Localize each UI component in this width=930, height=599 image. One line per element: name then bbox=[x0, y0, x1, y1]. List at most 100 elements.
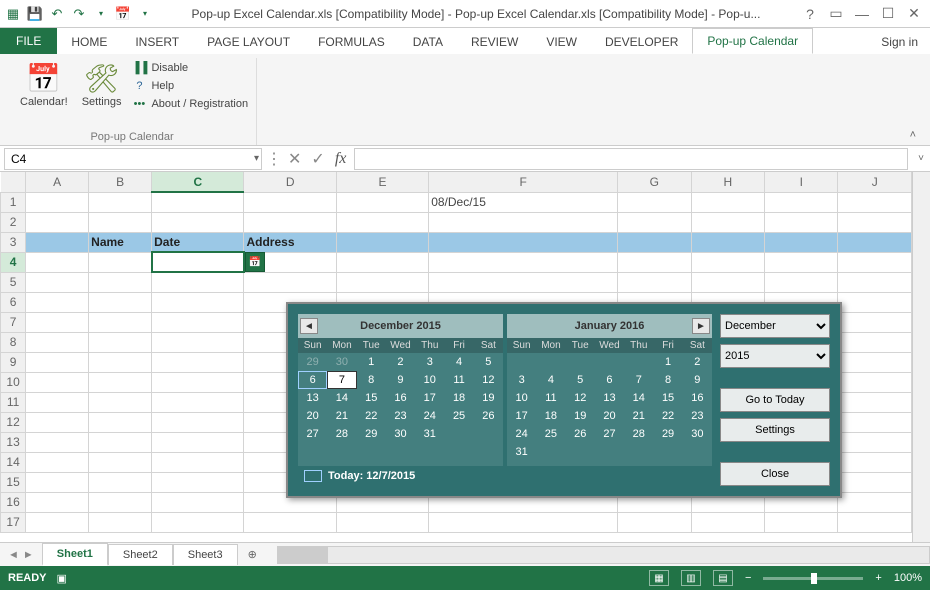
col-header-G[interactable]: G bbox=[618, 172, 691, 192]
calendar-day[interactable]: 7 bbox=[624, 371, 653, 389]
calendar-day[interactable]: 6 bbox=[298, 371, 327, 389]
cell-B9[interactable] bbox=[89, 352, 152, 372]
calendar-qat-icon[interactable]: 📅 bbox=[114, 5, 132, 23]
cell-A5[interactable] bbox=[26, 272, 89, 292]
calendar-day[interactable]: 1 bbox=[653, 353, 682, 371]
row-header-2[interactable]: 2 bbox=[1, 212, 26, 232]
qat-dropdown-icon[interactable]: ▾ bbox=[92, 5, 110, 23]
zoom-out-icon[interactable]: − bbox=[745, 572, 751, 584]
cell-G1[interactable] bbox=[618, 192, 691, 212]
collapse-ribbon-icon[interactable]: ˄ bbox=[904, 125, 922, 145]
page-break-view-icon[interactable]: ▤ bbox=[713, 570, 733, 586]
calendar-day[interactable]: 22 bbox=[653, 407, 682, 425]
row-header-14[interactable]: 14 bbox=[1, 452, 26, 472]
cell-G5[interactable] bbox=[618, 272, 691, 292]
calendar-day[interactable]: 20 bbox=[595, 407, 624, 425]
calendar-day[interactable] bbox=[566, 353, 595, 371]
calendar-day[interactable]: 23 bbox=[683, 407, 712, 425]
calendar-day[interactable] bbox=[474, 425, 503, 443]
cell-C12[interactable] bbox=[152, 412, 244, 432]
col-header-J[interactable]: J bbox=[838, 172, 912, 192]
calendar-day[interactable]: 29 bbox=[298, 353, 327, 371]
sign-in-link[interactable]: Sign in bbox=[869, 30, 930, 54]
calendar-day[interactable]: 31 bbox=[507, 443, 536, 461]
cell-A10[interactable] bbox=[26, 372, 89, 392]
cell-A9[interactable] bbox=[26, 352, 89, 372]
calendar-day[interactable]: 24 bbox=[507, 425, 536, 443]
calendar-day[interactable]: 19 bbox=[566, 407, 595, 425]
row-header-7[interactable]: 7 bbox=[1, 312, 26, 332]
cell-J10[interactable] bbox=[838, 372, 912, 392]
cell-H4[interactable] bbox=[691, 252, 764, 272]
redo-icon[interactable]: ↷ bbox=[70, 5, 88, 23]
calendar-day[interactable]: 29 bbox=[357, 425, 386, 443]
cell-J16[interactable] bbox=[838, 492, 912, 512]
calendar-day[interactable]: 6 bbox=[595, 371, 624, 389]
sheet-tab-2[interactable]: Sheet2 bbox=[108, 544, 173, 565]
row-header-10[interactable]: 10 bbox=[1, 372, 26, 392]
cell-B3[interactable]: Name bbox=[89, 232, 152, 252]
calendar-day[interactable]: 5 bbox=[474, 353, 503, 371]
zoom-slider[interactable] bbox=[763, 577, 863, 580]
cell-A16[interactable] bbox=[26, 492, 89, 512]
save-icon[interactable]: 💾 bbox=[26, 5, 44, 23]
cell-C14[interactable] bbox=[152, 452, 244, 472]
normal-view-icon[interactable]: ▦ bbox=[649, 570, 669, 586]
fx-icon[interactable]: fx bbox=[335, 150, 347, 168]
cell-A4[interactable] bbox=[26, 252, 89, 272]
cell-I2[interactable] bbox=[765, 212, 838, 232]
col-header-A[interactable]: A bbox=[26, 172, 89, 192]
col-header-D[interactable]: D bbox=[244, 172, 336, 192]
calendar-day[interactable]: 18 bbox=[536, 407, 565, 425]
cell-H17[interactable] bbox=[691, 512, 764, 532]
row-header-13[interactable]: 13 bbox=[1, 432, 26, 452]
calendar-day[interactable] bbox=[507, 353, 536, 371]
cell-I17[interactable] bbox=[765, 512, 838, 532]
cell-C4[interactable]: 📅 bbox=[152, 252, 244, 272]
col-header-C[interactable]: C bbox=[152, 172, 244, 192]
cell-A14[interactable] bbox=[26, 452, 89, 472]
calendar-prev-icon[interactable]: ◄ bbox=[300, 318, 318, 334]
calendar-day[interactable]: 10 bbox=[507, 389, 536, 407]
calendar-day[interactable]: 11 bbox=[444, 371, 473, 389]
cell-D3[interactable]: Address bbox=[244, 232, 336, 252]
new-sheet-button[interactable]: ⊕ bbox=[238, 548, 267, 561]
calendar-day[interactable]: 16 bbox=[683, 389, 712, 407]
sheet-nav-prev-icon[interactable]: ◄ bbox=[8, 549, 19, 561]
cell-C10[interactable] bbox=[152, 372, 244, 392]
calendar-day[interactable]: 27 bbox=[595, 425, 624, 443]
cell-B2[interactable] bbox=[89, 212, 152, 232]
cell-A7[interactable] bbox=[26, 312, 89, 332]
cell-D5[interactable] bbox=[244, 272, 336, 292]
row-header-3[interactable]: 3 bbox=[1, 232, 26, 252]
tab-data[interactable]: DATA bbox=[399, 30, 457, 54]
close-icon[interactable]: ✕ bbox=[902, 4, 926, 24]
cell-F2[interactable] bbox=[429, 212, 618, 232]
calendar-day[interactable]: 23 bbox=[386, 407, 415, 425]
cell-B7[interactable] bbox=[89, 312, 152, 332]
cell-D2[interactable] bbox=[244, 212, 336, 232]
calendar-button[interactable]: 📅 Calendar! bbox=[16, 58, 72, 112]
row-header-1[interactable]: 1 bbox=[1, 192, 26, 212]
cell-F3[interactable] bbox=[429, 232, 618, 252]
cell-E1[interactable] bbox=[336, 192, 428, 212]
calendar-day[interactable]: 25 bbox=[536, 425, 565, 443]
tab-view[interactable]: VIEW bbox=[532, 30, 591, 54]
cell-A2[interactable] bbox=[26, 212, 89, 232]
tab-formulas[interactable]: FORMULAS bbox=[304, 30, 399, 54]
cell-I1[interactable] bbox=[765, 192, 838, 212]
cell-C11[interactable] bbox=[152, 392, 244, 412]
calendar-day[interactable]: 13 bbox=[298, 389, 327, 407]
cell-G4[interactable] bbox=[618, 252, 691, 272]
tab-review[interactable]: REVIEW bbox=[457, 30, 532, 54]
row-header-15[interactable]: 15 bbox=[1, 472, 26, 492]
cell-B8[interactable] bbox=[89, 332, 152, 352]
cell-H3[interactable] bbox=[691, 232, 764, 252]
cell-A8[interactable] bbox=[26, 332, 89, 352]
tab-home[interactable]: HOME bbox=[57, 30, 121, 54]
cell-C7[interactable] bbox=[152, 312, 244, 332]
calendar-day[interactable]: 7 bbox=[327, 371, 356, 389]
calendar-day[interactable]: 21 bbox=[327, 407, 356, 425]
calendar-day[interactable]: 29 bbox=[653, 425, 682, 443]
cell-F1[interactable]: 08/Dec/15 bbox=[429, 192, 618, 212]
